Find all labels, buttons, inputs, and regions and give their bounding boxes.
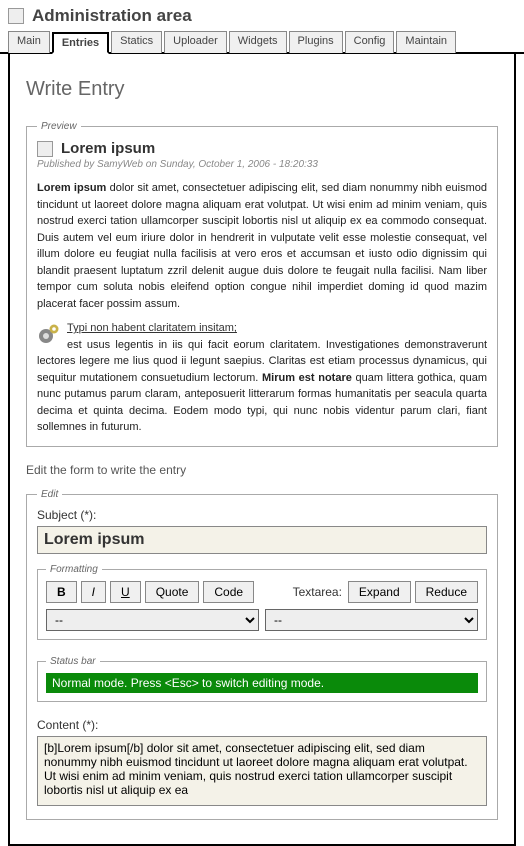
- tab-bar: Main Entries Statics Uploader Widgets Pl…: [0, 30, 524, 54]
- page-title: Write Entry: [26, 78, 498, 101]
- gear-icon: [37, 322, 61, 346]
- edit-instruction: Edit the form to write the entry: [26, 463, 498, 477]
- status-fieldset: Status bar Normal mode. Press <Esc> to s…: [37, 656, 487, 702]
- preview-fieldset: Preview Lorem ipsum Published by SamyWeb…: [26, 121, 498, 447]
- tab-uploader[interactable]: Uploader: [164, 31, 227, 53]
- expand-button[interactable]: Expand: [348, 581, 411, 603]
- preview-legend: Preview: [37, 121, 81, 132]
- code-button[interactable]: Code: [203, 581, 254, 603]
- format-select-1[interactable]: --: [46, 609, 259, 631]
- preview-header: Lorem ipsum: [37, 140, 487, 157]
- preview-paragraph-1: Lorem ipsum dolor sit amet, consectetuer…: [37, 180, 487, 312]
- entry-icon: [37, 141, 53, 157]
- underline-button[interactable]: U: [110, 581, 141, 603]
- edit-fieldset: Edit Subject (*): Formatting B I U Quote…: [26, 489, 498, 820]
- reduce-button[interactable]: Reduce: [415, 581, 478, 603]
- tab-maintain[interactable]: Maintain: [396, 31, 456, 53]
- formatting-row: B I U Quote Code Textarea: Expand Reduce: [46, 581, 478, 603]
- content-label: Content (*):: [37, 718, 487, 732]
- quote-button[interactable]: Quote: [145, 581, 200, 603]
- formatting-legend: Formatting: [46, 564, 102, 575]
- bold-button[interactable]: B: [46, 581, 77, 603]
- tab-config[interactable]: Config: [345, 31, 395, 53]
- status-bar: Normal mode. Press <Esc> to switch editi…: [46, 673, 478, 693]
- format-select-2[interactable]: --: [265, 609, 478, 631]
- preview-p2-bold: Mirum est notare: [262, 372, 352, 384]
- content-panel: Write Entry Preview Lorem ipsum Publishe…: [8, 54, 516, 846]
- italic-button[interactable]: I: [81, 581, 106, 603]
- preview-p2-link[interactable]: Typi non habent claritatem insitam;: [67, 322, 237, 334]
- preview-p1-lead: Lorem ipsum: [37, 182, 106, 194]
- preview-body: Lorem ipsum dolor sit amet, consectetuer…: [37, 180, 487, 436]
- subject-label: Subject (*):: [37, 508, 487, 522]
- textarea-label: Textarea:: [293, 585, 342, 599]
- app-icon: [8, 8, 24, 24]
- preview-p1-text: dolor sit amet, consectetuer adipiscing …: [37, 182, 487, 310]
- edit-legend: Edit: [37, 489, 62, 500]
- preview-title: Lorem ipsum: [61, 140, 155, 157]
- formatting-select-row: -- --: [46, 609, 478, 631]
- app-title: Administration area: [32, 6, 192, 26]
- tab-main[interactable]: Main: [8, 31, 50, 53]
- content-textarea[interactable]: [37, 736, 487, 806]
- preview-meta: Published by SamyWeb on Sunday, October …: [37, 159, 487, 170]
- tab-entries[interactable]: Entries: [52, 32, 109, 54]
- preview-paragraph-2: Typi non habent claritatem insitam; est …: [37, 320, 487, 436]
- tab-widgets[interactable]: Widgets: [229, 31, 287, 53]
- subject-input[interactable]: [37, 526, 487, 554]
- formatting-fieldset: Formatting B I U Quote Code Textarea: Ex…: [37, 564, 487, 640]
- status-legend: Status bar: [46, 656, 100, 667]
- app-header: Administration area: [0, 0, 524, 30]
- tab-plugins[interactable]: Plugins: [289, 31, 343, 53]
- tab-statics[interactable]: Statics: [111, 31, 162, 53]
